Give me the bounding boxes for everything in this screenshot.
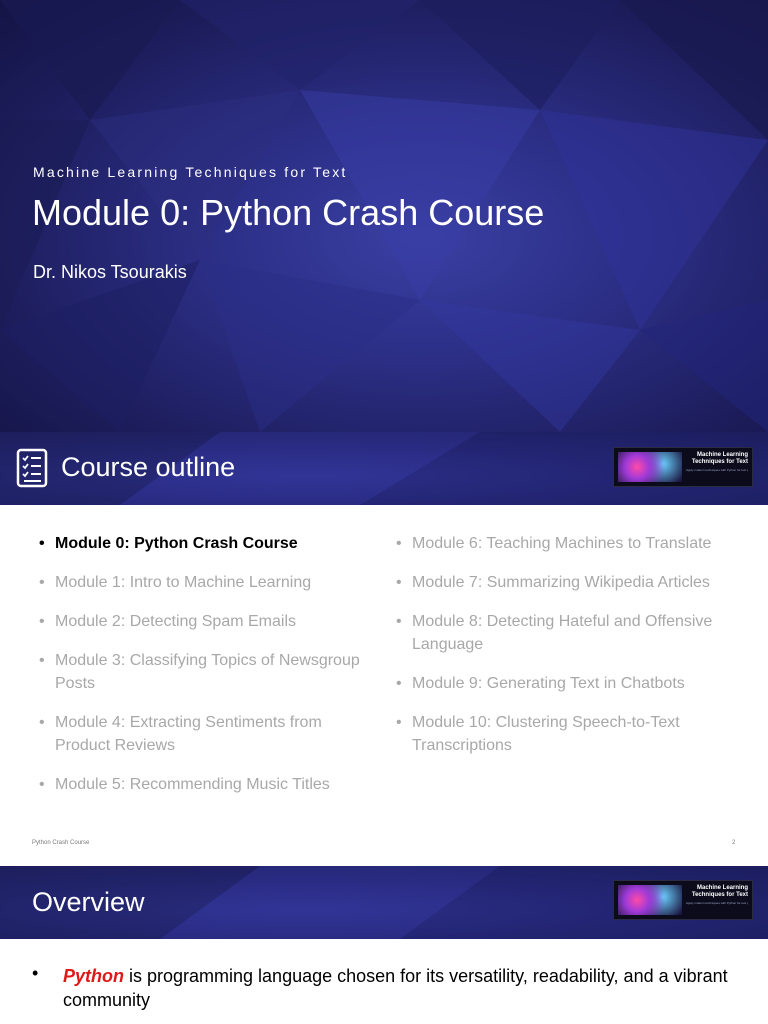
slide-title: Module 0: Python Crash Course bbox=[32, 192, 545, 233]
python-emphasis: Python bbox=[63, 966, 124, 986]
outline-item: Module 2: Detecting Spam Emails bbox=[33, 610, 373, 633]
bullet-text: is programming language chosen for its v… bbox=[63, 966, 728, 1010]
book-thumbnail: Machine Learning Techniques for Text App… bbox=[613, 447, 753, 487]
thumbnail-caption: Apply modern techniques with Python for … bbox=[686, 468, 748, 472]
outline-item: Module 10: Clustering Speech-to-Text Tra… bbox=[390, 711, 720, 757]
checklist-icon bbox=[16, 448, 48, 488]
thumbnail-image bbox=[618, 452, 682, 482]
header-bar: Course outline Machine Learning Techniqu… bbox=[0, 432, 768, 505]
bullet-marker: • bbox=[32, 963, 39, 983]
outline-item: Module 9: Generating Text in Chatbots bbox=[390, 672, 720, 695]
course-outline-slide: Course outline Machine Learning Techniqu… bbox=[0, 432, 768, 866]
outline-item: Module 1: Intro to Machine Learning bbox=[33, 571, 373, 594]
slide-deck: Machine Learning Techniques for Text Mod… bbox=[0, 0, 768, 1024]
outline-item: Module 0: Python Crash Course bbox=[33, 532, 373, 555]
overview-bullet: Python is programming language chosen fo… bbox=[63, 964, 743, 1012]
outline-right-column: Module 6: Teaching Machines to Translate… bbox=[390, 532, 720, 773]
overview-slide: Overview Machine Learning Techniques for… bbox=[0, 866, 768, 1024]
title-slide: Machine Learning Techniques for Text Mod… bbox=[0, 0, 768, 432]
thumbnail-title: Machine Learning Techniques for Text bbox=[691, 452, 748, 465]
thumbnail-image bbox=[618, 885, 682, 915]
footer-text: Python Crash Course bbox=[32, 840, 90, 846]
header-bar: Overview Machine Learning Techniques for… bbox=[0, 866, 768, 939]
outline-item: Module 3: Classifying Topics of Newsgrou… bbox=[33, 649, 373, 695]
outline-item: Module 5: Recommending Music Titles bbox=[33, 773, 373, 796]
page-number: 2 bbox=[732, 840, 736, 846]
thumbnail-caption: Apply modern techniques with Python for … bbox=[686, 901, 748, 905]
book-thumbnail: Machine Learning Techniques for Text App… bbox=[613, 880, 753, 920]
header-title: Overview bbox=[32, 887, 145, 917]
course-subtitle: Machine Learning Techniques for Text bbox=[33, 164, 348, 180]
author-name: Dr. Nikos Tsourakis bbox=[33, 262, 187, 282]
thumbnail-title: Machine Learning Techniques for Text bbox=[691, 885, 748, 898]
header-title: Course outline bbox=[61, 452, 236, 482]
outline-item: Module 7: Summarizing Wikipedia Articles bbox=[390, 571, 720, 594]
outline-left-column: Module 0: Python Crash Course Module 1: I… bbox=[33, 532, 373, 812]
outline-item: Module 8: Detecting Hateful and Offensiv… bbox=[390, 610, 720, 656]
outline-item: Module 6: Teaching Machines to Translate bbox=[390, 532, 720, 555]
outline-item: Module 4: Extracting Sentiments from Pro… bbox=[33, 711, 373, 757]
